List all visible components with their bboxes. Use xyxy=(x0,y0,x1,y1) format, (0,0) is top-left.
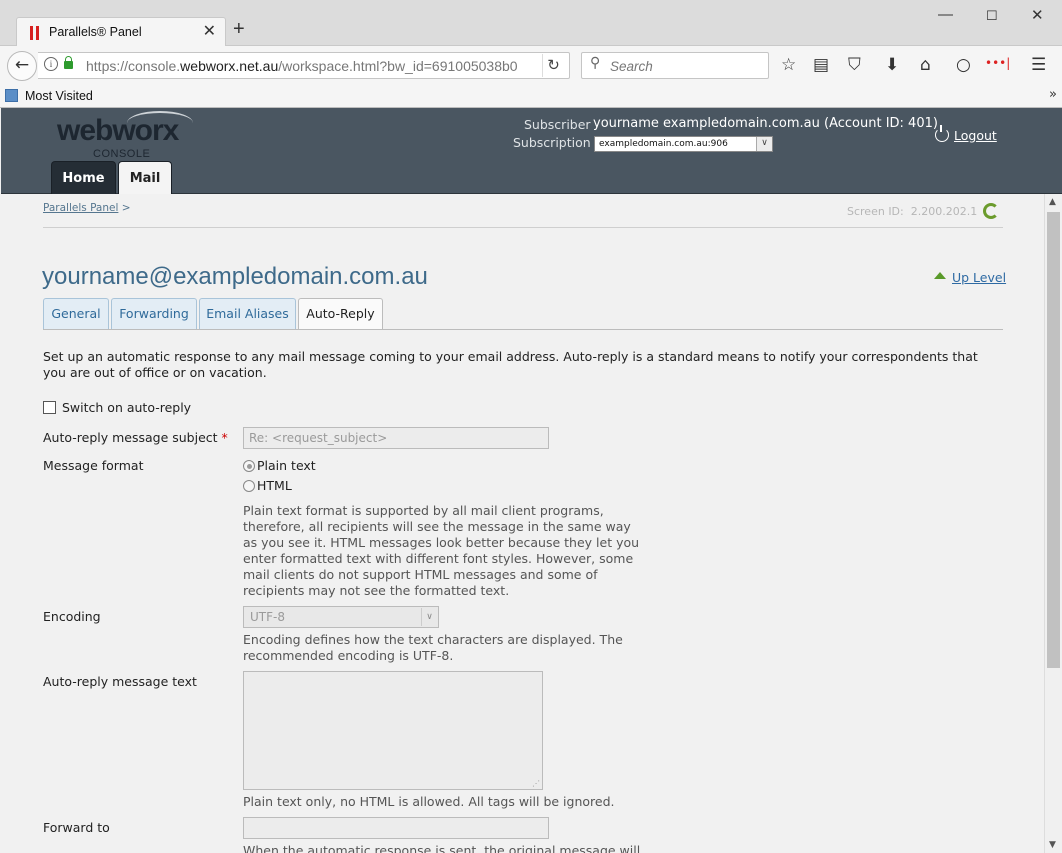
search-icon: ⚲ xyxy=(590,55,601,71)
webworx-logo[interactable]: webworx CONSOLE xyxy=(57,111,193,160)
url-text: https://console.webworx.net.au/workspace… xyxy=(86,58,518,74)
close-tab-icon[interactable]: ✕ xyxy=(203,21,216,40)
power-icon xyxy=(935,125,949,142)
subscription-label: Subscription xyxy=(513,135,591,150)
info-icon[interactable]: i xyxy=(44,57,58,71)
format-label: Message format xyxy=(43,458,144,473)
breadcrumb-parallels-panel[interactable]: Parallels Panel xyxy=(43,202,118,214)
message-help: Plain text only, no HTML is allowed. All… xyxy=(243,794,615,809)
subscriber-label: Subscriber xyxy=(524,117,591,132)
format-help: Plain text format is supported by all ma… xyxy=(243,503,640,598)
resize-grip-icon[interactable]: ⋰ xyxy=(532,779,540,788)
menu-icon[interactable]: ☰ xyxy=(1031,56,1046,74)
tab-divider xyxy=(43,329,1003,330)
up-arrow-icon xyxy=(934,272,946,279)
download-icon[interactable]: ⬇ xyxy=(885,56,899,74)
home-icon[interactable]: ⌂ xyxy=(920,56,931,74)
tab-home[interactable]: Home xyxy=(51,161,116,195)
divider xyxy=(43,227,1003,228)
page-scrollbar[interactable]: ▲ ▼ xyxy=(1044,194,1062,853)
intro-text: Set up an automatic response to any mail… xyxy=(43,349,978,380)
encoding-select[interactable]: UTF-8 ∨ xyxy=(243,606,439,628)
switch-label: Switch on auto-reply xyxy=(62,400,192,415)
browser-titlebar: Parallels® Panel ✕ + — ☐ ✕ xyxy=(0,0,1062,47)
subject-input[interactable]: Re: <request_subject> xyxy=(243,427,549,449)
page-title: yourname@exampledomain.com.au xyxy=(42,263,428,290)
main-content: Parallels Panel > Screen ID: 2.200.202.1… xyxy=(1,194,1044,853)
maximize-icon[interactable]: ☐ xyxy=(986,8,998,24)
forward-label: Forward to xyxy=(43,820,110,835)
logout-button[interactable]: Logout xyxy=(935,125,997,143)
scroll-down-icon[interactable]: ▼ xyxy=(1049,840,1056,850)
browser-navbar: ← i https://console.webworx.net.au/works… xyxy=(0,46,1062,86)
up-level-link[interactable]: Up Level xyxy=(934,270,1006,285)
chevron-down-icon: ∨ xyxy=(756,137,772,151)
address-bar[interactable]: i https://console.webworx.net.au/workspa… xyxy=(38,52,570,79)
pocket-icon[interactable]: ⛉ xyxy=(848,56,861,74)
forward-input[interactable] xyxy=(243,817,549,839)
breadcrumb: Parallels Panel > xyxy=(43,202,131,214)
format-plain-radio[interactable]: Plain text xyxy=(243,458,316,473)
parallels-favicon-icon xyxy=(30,26,40,40)
chevron-down-icon: ∨ xyxy=(421,608,437,626)
chat-icon[interactable]: ○ xyxy=(956,56,971,74)
chevron-right-icon[interactable]: » xyxy=(1049,87,1057,102)
encoding-label: Encoding xyxy=(43,609,101,624)
bookmarks-bar: Most Visited » xyxy=(0,86,1062,108)
auto-reply-switch[interactable]: Switch on auto-reply xyxy=(43,399,191,415)
lock-icon xyxy=(64,56,73,69)
tab-email-aliases[interactable]: Email Aliases xyxy=(199,298,296,329)
auto-reply-checkbox[interactable] xyxy=(43,401,56,414)
encoding-help: Encoding defines how the text characters… xyxy=(243,632,623,663)
new-tab-icon[interactable]: + xyxy=(233,18,245,41)
scroll-thumb[interactable] xyxy=(1047,212,1060,668)
screen-id: Screen ID: 2.200.202.1 xyxy=(847,205,978,218)
bookmark-star-icon[interactable]: ☆ xyxy=(781,56,796,74)
bookmark-folder-icon xyxy=(5,89,18,102)
message-label: Auto-reply message text xyxy=(43,674,197,689)
bookmark-most-visited[interactable]: Most Visited xyxy=(25,89,93,103)
refresh-icon[interactable] xyxy=(983,203,999,219)
back-icon[interactable]: ← xyxy=(7,51,37,81)
forward-help: When the automatic response is sent, the… xyxy=(243,843,641,853)
scroll-up-icon[interactable]: ▲ xyxy=(1049,197,1056,207)
search-placeholder: Search xyxy=(610,59,653,74)
minimize-icon[interactable]: — xyxy=(938,6,953,23)
format-html-radio[interactable]: HTML xyxy=(243,478,292,493)
subject-label: Auto-reply message subject * xyxy=(43,430,228,445)
tab-forwarding[interactable]: Forwarding xyxy=(111,298,197,329)
reading-list-icon[interactable]: ▤ xyxy=(813,56,829,74)
tab-title: Parallels® Panel xyxy=(49,25,142,39)
subscription-select[interactable]: exampledomain.com.au:906 ∨ xyxy=(594,136,773,152)
search-input[interactable]: ⚲ Search xyxy=(581,52,769,79)
window-close-icon[interactable]: ✕ xyxy=(1031,6,1044,24)
tab-auto-reply[interactable]: Auto-Reply xyxy=(298,298,383,330)
tab-mail[interactable]: Mail xyxy=(118,161,172,196)
panel-header: webworx CONSOLE Subscriber yourname exam… xyxy=(1,108,1062,196)
reload-icon[interactable]: ↻ xyxy=(542,54,564,77)
message-textarea[interactable]: ⋰ xyxy=(243,671,543,790)
browser-tab[interactable]: Parallels® Panel ✕ xyxy=(16,17,226,47)
subscriber-value: yourname exampledomain.com.au (Account I… xyxy=(593,116,938,131)
tab-general[interactable]: General xyxy=(43,298,109,329)
lastpass-icon[interactable]: •••| xyxy=(985,54,1010,72)
